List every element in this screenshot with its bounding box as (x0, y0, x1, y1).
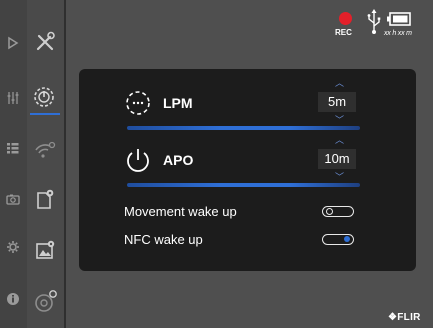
apo-value[interactable]: 10m (318, 149, 356, 169)
flir-logo: ❖FLIR (388, 312, 421, 323)
battery-icon (387, 12, 411, 31)
info-icon[interactable] (6, 292, 20, 306)
toggle-knob (326, 208, 333, 215)
movement-wake-up-label: Movement wake up (124, 204, 237, 219)
sliders-icon[interactable] (6, 91, 20, 105)
file-gear-icon[interactable] (33, 187, 57, 211)
nfc-wake-up-toggle[interactable] (322, 234, 354, 245)
camera-screen: REC xx h xx m LPM ︿ 5m ﹀ APO ︿ 10m ﹀ Mov… (0, 0, 433, 328)
power-settings-panel: LPM ︿ 5m ﹀ APO ︿ 10m ﹀ Movement wake up … (79, 69, 416, 271)
movement-wake-up-toggle[interactable] (322, 206, 354, 217)
battery-time-label: xx h xx m (384, 30, 412, 37)
toggle-knob (344, 236, 350, 242)
camera-icon[interactable] (6, 192, 20, 206)
gear-icon[interactable] (6, 240, 20, 254)
lpm-slider[interactable] (127, 126, 360, 130)
power-icon (124, 146, 152, 179)
lpm-value[interactable]: 5m (318, 92, 356, 112)
timer-dots-icon (124, 89, 152, 122)
power-timer-icon[interactable] (32, 85, 56, 109)
settings-cog-icon[interactable] (33, 288, 59, 314)
wifi-gear-icon[interactable] (33, 138, 57, 162)
play-icon[interactable] (6, 36, 20, 50)
image-gear-icon[interactable] (33, 238, 57, 262)
grid-icon[interactable] (6, 141, 20, 155)
lpm-decrease-chevron[interactable]: ﹀ (335, 116, 344, 125)
apo-decrease-chevron[interactable]: ﹀ (335, 173, 344, 182)
rec-dot (339, 12, 352, 25)
lpm-increase-chevron[interactable]: ︿ (335, 79, 344, 88)
settings-submenu-rail (27, 0, 66, 328)
apo-increase-chevron[interactable]: ︿ (335, 136, 344, 145)
usb-icon (366, 9, 382, 40)
tools-icon[interactable] (33, 30, 57, 54)
lpm-label: LPM (163, 95, 193, 111)
main-menu-rail (0, 0, 28, 328)
rec-label: REC (335, 28, 352, 37)
apo-label: APO (163, 152, 194, 168)
apo-slider[interactable] (127, 183, 360, 187)
nfc-wake-up-label: NFC wake up (124, 232, 203, 247)
selected-indicator (30, 113, 60, 115)
